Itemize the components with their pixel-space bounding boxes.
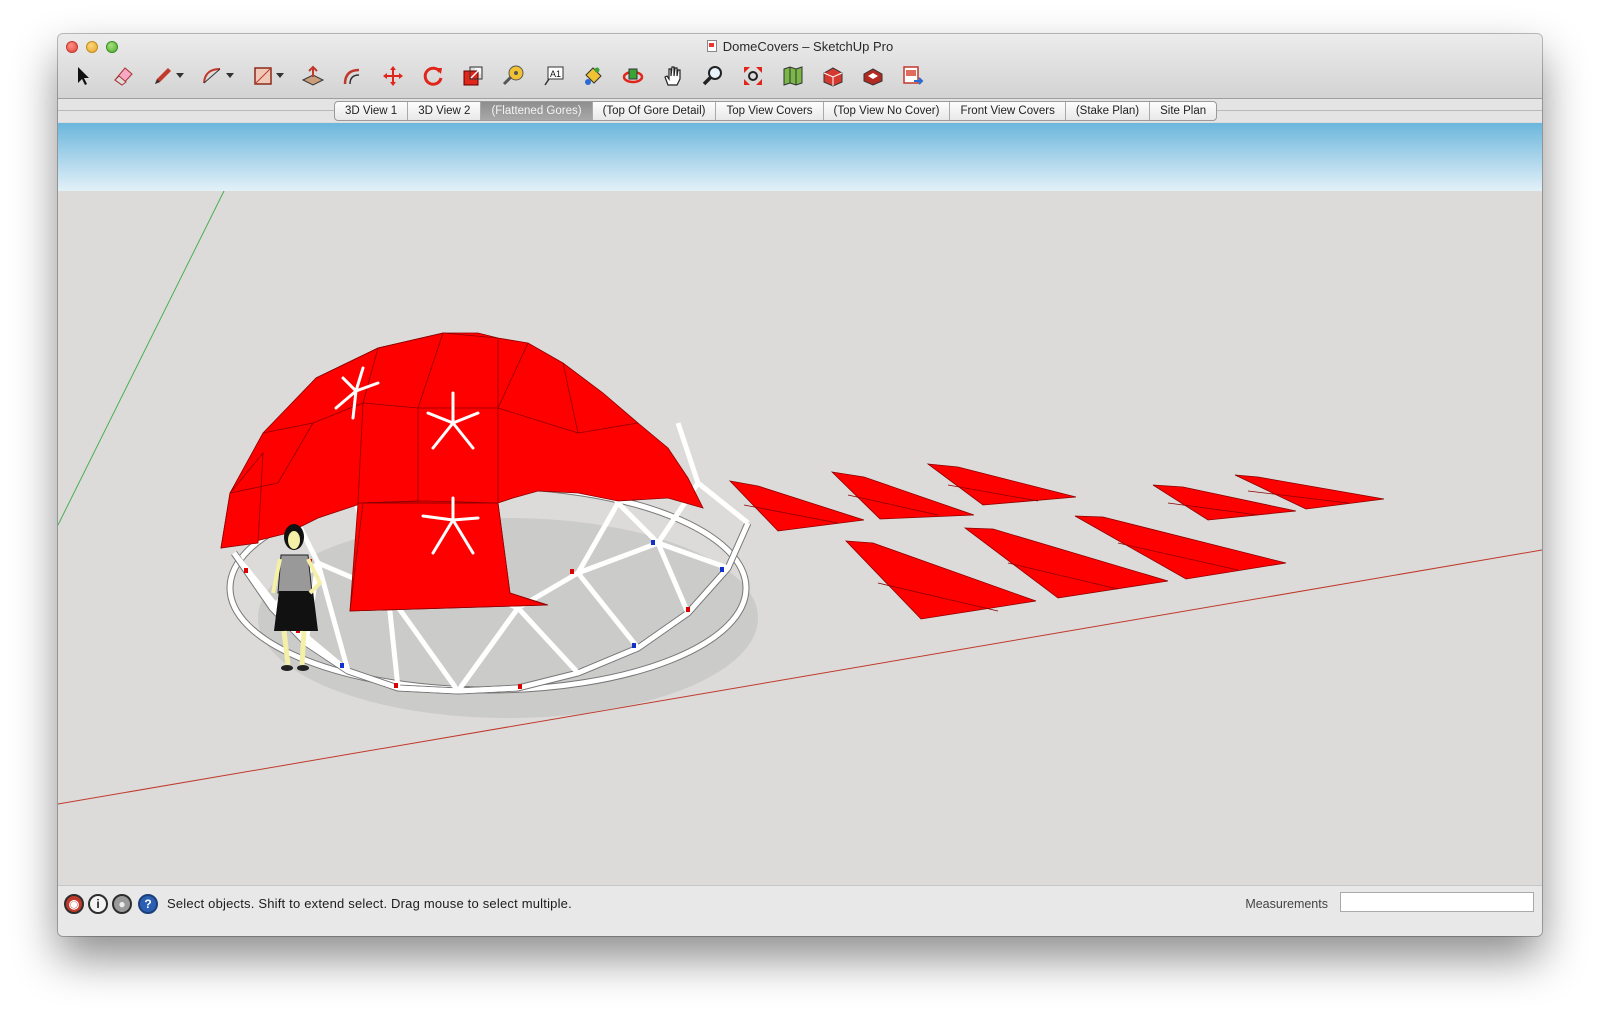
scene-tab-3d-view-1[interactable]: 3D View 1 [335, 102, 409, 120]
chevron-down-icon [176, 73, 184, 78]
title-bar: DomeCovers – SketchUp Pro A1 [58, 34, 1542, 99]
offset-tool-button[interactable] [338, 60, 368, 92]
layout-icon [903, 66, 924, 85]
help-icon[interactable]: ? [138, 894, 158, 914]
geo-location-icon[interactable]: ◉ [64, 894, 84, 914]
tape-measure-tool-button[interactable] [498, 60, 528, 92]
zoom-extents-tool-button[interactable] [738, 60, 768, 92]
magnifier-icon [702, 66, 722, 86]
ground [58, 191, 1542, 885]
3d-warehouse-tool-button[interactable] [818, 60, 848, 92]
scene-tab-site-plan[interactable]: Site Plan [1150, 102, 1216, 120]
hand-icon [664, 66, 681, 86]
scene-tab-stake-plan[interactable]: (Stake Plan) [1066, 102, 1151, 120]
status-text: Select objects. Shift to extend select. … [167, 896, 572, 911]
scene-tab-top-view-no-cover[interactable]: (Top View No Cover) [824, 102, 951, 120]
scene-tab-flattened-gores[interactable]: (Flattened Gores) [481, 102, 593, 120]
arc-icon [203, 68, 221, 84]
scene-tab-front-view-covers[interactable]: Front View Covers [950, 102, 1066, 120]
orbit-icon [622, 68, 644, 84]
scene-tab-top-view-covers[interactable]: Top View Covers [716, 102, 824, 120]
extension-warehouse-tool-button[interactable] [858, 60, 888, 92]
eraser-tool-button[interactable] [108, 60, 138, 92]
sky [58, 123, 1542, 191]
text-tool-button[interactable]: A1 [538, 60, 568, 92]
model-canvas[interactable] [58, 123, 1542, 885]
pencil-tool-button[interactable] [148, 60, 184, 92]
arrow-icon [78, 67, 89, 85]
push-pull-tool-button[interactable] [298, 60, 328, 92]
window-title-text: DomeCovers – SketchUp Pro [722, 39, 894, 54]
move-icon [383, 66, 403, 86]
push-pull-icon [301, 65, 325, 86]
zoom-extents-icon [744, 67, 762, 85]
move-tool-button[interactable] [378, 60, 408, 92]
offset-icon [343, 68, 360, 85]
user-icon[interactable]: ● [112, 894, 132, 914]
scene-tab-3d-view-2[interactable]: 3D View 2 [408, 102, 482, 120]
add-location-tool-button[interactable] [778, 60, 808, 92]
credits-icon[interactable]: i [88, 894, 108, 914]
map-icon [783, 66, 803, 86]
tape-measure-icon [502, 65, 524, 86]
pan-tool-button[interactable] [658, 60, 688, 92]
scene-tabs: 3D View 1 3D View 2 (Flattened Gores) (T… [334, 101, 1218, 121]
zoom-tool-button[interactable] [698, 60, 728, 92]
paint-bucket-icon [585, 67, 602, 85]
chevron-down-icon [276, 73, 284, 78]
sketchup-window: DomeCovers – SketchUp Pro A1 3D View 1 3… [58, 34, 1542, 936]
scenes-bar: 3D View 1 3D View 2 (Flattened Gores) (T… [58, 99, 1542, 122]
paint-bucket-tool-button[interactable] [578, 60, 608, 92]
scene-tab-top-of-gore-detail[interactable]: (Top Of Gore Detail) [593, 102, 717, 120]
send-to-layout-tool-button[interactable] [898, 60, 928, 92]
text-tool-glyph: A1 [550, 69, 561, 79]
arc-tool-button[interactable] [198, 60, 234, 92]
model-viewport[interactable] [58, 123, 1542, 885]
measurements-label: Measurements [1245, 897, 1328, 911]
rotate-tool-button[interactable] [418, 60, 448, 92]
status-bar: ◉ i ● ? Select objects. Shift to extend … [58, 885, 1542, 936]
measurements-input[interactable] [1340, 892, 1534, 912]
warehouse-icon [823, 67, 843, 87]
scale-icon [463, 66, 483, 86]
chevron-down-icon [226, 73, 234, 78]
eraser-icon [114, 67, 133, 86]
window-title: DomeCovers – SketchUp Pro [58, 39, 1542, 54]
select-tool-button[interactable] [68, 60, 98, 92]
pencil-icon [155, 68, 171, 84]
orbit-tool-button[interactable] [618, 60, 648, 92]
rotate-icon [423, 66, 443, 86]
extension-icon [863, 68, 883, 86]
rectangle-tool-button[interactable] [248, 60, 284, 92]
scale-tool-button[interactable] [458, 60, 488, 92]
text-icon: A1 [544, 66, 564, 86]
document-icon [706, 40, 717, 52]
rectangle-icon [254, 67, 272, 85]
